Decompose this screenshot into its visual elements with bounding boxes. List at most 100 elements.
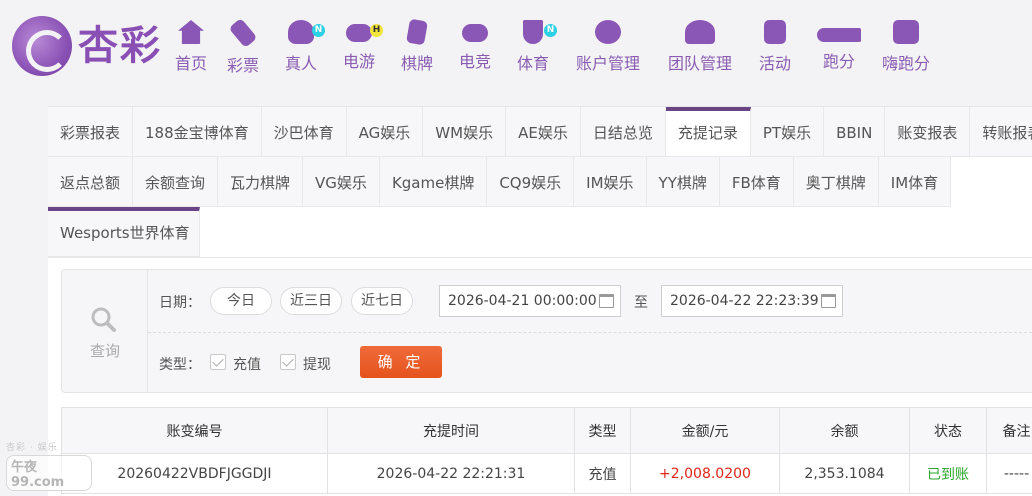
watermark-top: 杏彩 · 娱乐	[6, 443, 58, 453]
esports-controller-icon	[462, 24, 488, 42]
deposit-label: 充值	[233, 357, 261, 373]
tab-lottery-report[interactable]: 彩票报表	[48, 107, 134, 157]
team-icon	[685, 20, 715, 44]
brand-logo[interactable]: 杏彩	[12, 16, 172, 76]
quick-7days-button[interactable]: 近七日	[351, 287, 413, 315]
filter-divider	[148, 332, 1032, 333]
report-panel: 彩票报表 188金宝博体育 沙巴体育 AG娱乐 WM娱乐 AE娱乐 日结总览 充…	[48, 106, 1032, 496]
gift-icon	[764, 20, 786, 44]
cards-icon	[406, 18, 428, 46]
nav-account[interactable]: 账户管理	[562, 18, 654, 78]
date-to-label: 至	[634, 295, 648, 311]
tab-wesports[interactable]: Wesports世界体育	[48, 207, 200, 257]
cell-record-id: 20260422VBDFJGGDJI	[61, 453, 328, 494]
table-row[interactable]: 20260422VBDFJGGDJI 2026-04-22 22:21:31 充…	[61, 453, 1032, 494]
withdraw-label: 提现	[303, 357, 331, 373]
cell-amount: +2,008.0200	[630, 453, 780, 494]
col-header: 充提时间	[327, 407, 575, 454]
withdraw-checkbox[interactable]	[280, 354, 296, 370]
tabs-row-3: Wesports世界体育	[48, 207, 200, 257]
live-dealer-icon	[288, 20, 314, 44]
nav-label: 棋牌	[400, 54, 433, 73]
new-badge: N	[544, 24, 557, 37]
date-to-input[interactable]: 2026-04-22 22:23:39	[661, 285, 843, 317]
col-header: 金额/元	[630, 407, 780, 454]
nav-label: 真人	[284, 54, 317, 73]
cell-balance: 2,353.1084	[779, 453, 910, 494]
filter-box: 查询 日期： 今日 近三日 近七日 2026-04-21 00:00:00 至 …	[61, 269, 1032, 393]
nav-label: 电游	[342, 52, 375, 71]
tab-daily-summary[interactable]: 日结总览	[580, 107, 666, 157]
nav-slots[interactable]: H 电游	[330, 18, 388, 78]
divider	[48, 257, 1032, 258]
tabs-row-2: 返点总额 余额查询 瓦力棋牌 VG娱乐 Kgame棋牌 CQ9娱乐 IM娱乐 Y…	[48, 157, 952, 207]
nav-live[interactable]: N 真人	[272, 18, 330, 78]
deposit-checkbox[interactable]	[210, 354, 226, 370]
tab-account-change[interactable]: 账变报表	[885, 107, 971, 157]
tab-188bet[interactable]: 188金宝博体育	[133, 107, 262, 157]
date-from-input[interactable]: 2026-04-21 00:00:00	[439, 285, 621, 317]
cell-status: 已到账	[909, 453, 987, 494]
col-header: 备注	[986, 407, 1032, 454]
nav-label: 嗨跑分	[881, 54, 930, 73]
query-label: 查询	[89, 342, 120, 360]
trophy-icon	[523, 20, 543, 44]
nav-running[interactable]: 跑分	[804, 18, 874, 78]
tab-pt[interactable]: PT娱乐	[750, 107, 825, 157]
tab-yy[interactable]: YY棋牌	[646, 157, 720, 207]
nav-label: 体育	[516, 54, 549, 73]
col-header: 余额	[779, 407, 910, 454]
quick-today-button[interactable]: 今日	[210, 287, 272, 315]
logo-text: 杏彩	[78, 23, 162, 69]
new-badge: N	[312, 24, 325, 37]
calendar-icon[interactable]	[599, 294, 614, 308]
tab-transfer-report[interactable]: 转账报表	[970, 107, 1032, 157]
home-icon	[178, 20, 204, 44]
tab-im-sports[interactable]: IM体育	[878, 157, 952, 207]
col-header: 状态	[909, 407, 987, 454]
running-icon	[817, 28, 861, 42]
nav-label: 账户管理	[575, 54, 640, 73]
quick-3days-button[interactable]: 近三日	[280, 287, 342, 315]
watermark: 杏彩 · 娱乐 午夜99.com	[6, 440, 92, 491]
nav-label: 团队管理	[667, 54, 732, 73]
nav-lottery[interactable]: 彩票	[214, 17, 272, 78]
nav-label: 首页	[174, 54, 207, 73]
search-icon	[91, 307, 116, 332]
top-header: 杏彩 首页 彩票 N 真人 H 电游 棋牌 电竞 N 体育 账户管理 团队管理 …	[0, 0, 1032, 92]
tab-saba[interactable]: 沙巴体育	[261, 107, 347, 157]
tab-vg[interactable]: VG娱乐	[303, 157, 380, 207]
nav-hi-running[interactable]: 嗨跑分	[874, 18, 938, 78]
query-section[interactable]: 查询	[62, 270, 148, 392]
tab-odin[interactable]: 奥丁棋牌	[793, 157, 879, 207]
nav-home[interactable]: 首页	[168, 18, 214, 78]
calendar-icon[interactable]	[821, 294, 836, 308]
tab-ag[interactable]: AG娱乐	[346, 107, 424, 157]
nav-esports[interactable]: 电竞	[446, 18, 504, 78]
nav-chess[interactable]: 棋牌	[388, 18, 446, 78]
logo-emblem-icon	[12, 16, 72, 76]
nav-team[interactable]: 团队管理	[654, 18, 746, 78]
table-header-row: 账变编号 充提时间 类型 金额/元 余额 状态 备注	[61, 407, 1032, 454]
tab-im[interactable]: IM娱乐	[574, 157, 647, 207]
tab-bbin[interactable]: BBIN	[824, 107, 886, 157]
col-header: 类型	[574, 407, 631, 454]
tab-cq9[interactable]: CQ9娱乐	[487, 157, 575, 207]
col-header: 账变编号	[61, 407, 328, 454]
tab-fb[interactable]: FB体育	[719, 157, 794, 207]
confirm-button[interactable]: 确 定	[360, 346, 442, 378]
tab-rebate-total[interactable]: 返点总额	[48, 157, 134, 207]
lottery-ticket-icon	[228, 17, 258, 49]
tab-balance-query[interactable]: 余额查询	[133, 157, 219, 207]
tab-deposit-withdraw[interactable]: 充提记录	[665, 107, 751, 157]
watermark-main: 午夜99.com	[6, 455, 92, 491]
tab-wm[interactable]: WM娱乐	[423, 107, 507, 157]
nav-sports[interactable]: N 体育	[504, 18, 562, 78]
tab-wali[interactable]: 瓦力棋牌	[218, 157, 304, 207]
tab-ae[interactable]: AE娱乐	[506, 107, 581, 157]
tab-kgame[interactable]: Kgame棋牌	[379, 157, 488, 207]
cell-remark: -----	[986, 453, 1032, 494]
cell-type: 充值	[574, 453, 631, 494]
nav-activity[interactable]: 活动	[746, 18, 804, 78]
date-from-value: 2026-04-21 00:00:00	[448, 293, 597, 309]
